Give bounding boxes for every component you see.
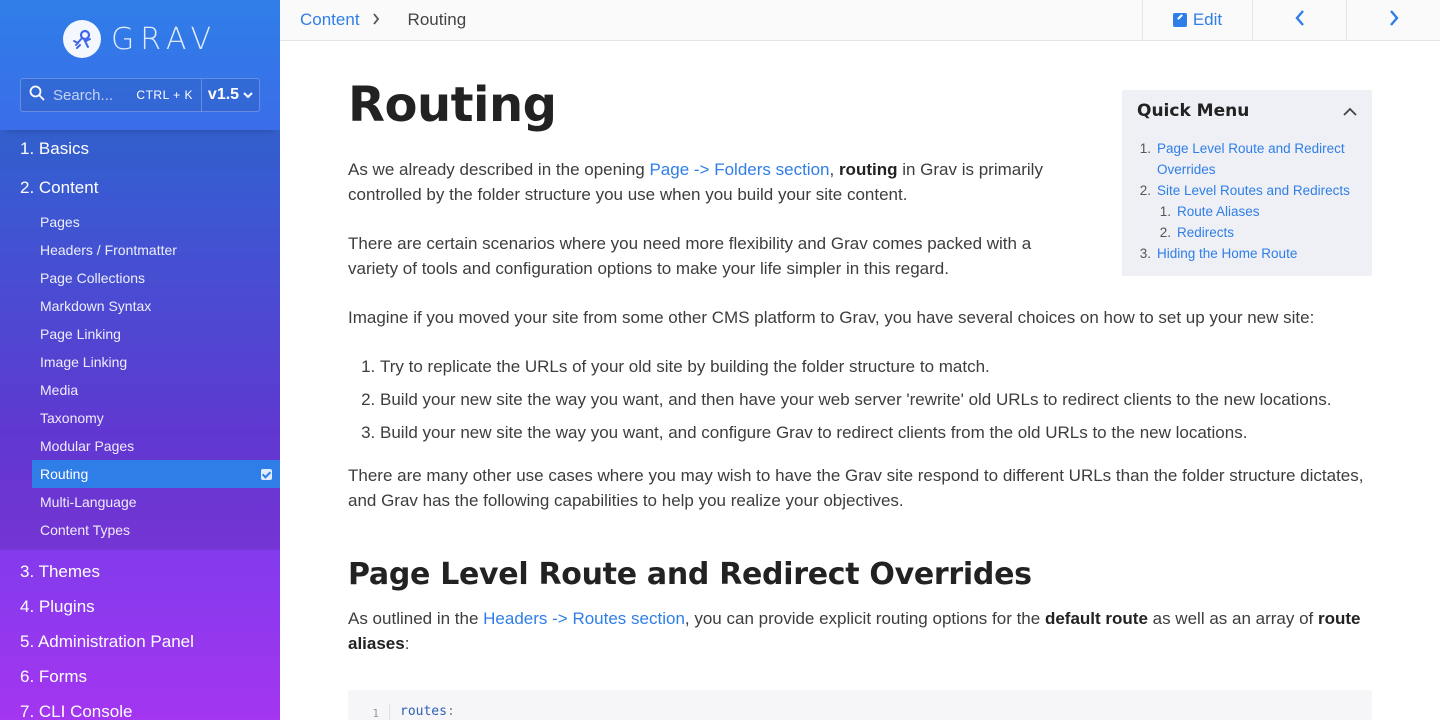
quick-menu-title: Quick Menu bbox=[1137, 101, 1250, 121]
text: As we already described in the opening bbox=[348, 160, 650, 179]
search-placeholder: Search... bbox=[53, 86, 114, 104]
topbar: Content Routing Edit bbox=[280, 0, 1440, 41]
sidebar-item-admin-panel[interactable]: 5. Administration Panel bbox=[0, 624, 280, 659]
routes-section-link[interactable]: Headers -> Routes section bbox=[483, 609, 685, 628]
sidebar-subitem-multi-language[interactable]: Multi-Language bbox=[32, 488, 280, 516]
sidebar-subitem-media[interactable]: Media bbox=[32, 376, 280, 404]
brand-name: GRAV bbox=[110, 21, 217, 57]
code-key: routes bbox=[400, 704, 447, 719]
quick-menu-subitem[interactable]: 2. Redirects bbox=[1137, 222, 1357, 243]
sidebar-lower: 3. Themes 4. Plugins 5. Administration P… bbox=[0, 550, 280, 720]
intro-paragraph: As we already described in the opening P… bbox=[348, 157, 1068, 207]
item-number: 1. bbox=[1139, 141, 1151, 156]
item-label: Redirects bbox=[1177, 225, 1235, 240]
sidebar-subitem-taxonomy[interactable]: Taxonomy bbox=[32, 404, 280, 432]
list-item: Build your new site the way you want, an… bbox=[380, 420, 1372, 445]
quick-menu-item[interactable]: 3. Hiding the Home Route bbox=[1137, 243, 1357, 264]
chevron-right-icon bbox=[372, 12, 380, 28]
code-line: routes: bbox=[390, 704, 455, 720]
brand[interactable]: GRAV bbox=[0, 0, 280, 78]
chevron-right-icon bbox=[1388, 9, 1400, 32]
sidebar-item-basics[interactable]: 1. Basics bbox=[0, 130, 280, 168]
item-label: Route Aliases bbox=[1177, 204, 1260, 219]
options-list: Try to replicate the URLs of your old si… bbox=[348, 354, 1372, 445]
text: : bbox=[404, 634, 410, 653]
list-item: Try to replicate the URLs of your old si… bbox=[380, 354, 1372, 379]
quick-menu-header[interactable]: Quick Menu bbox=[1137, 100, 1357, 122]
chevron-down-icon bbox=[243, 86, 253, 104]
text: As outlined in the bbox=[348, 609, 484, 628]
item-number: 3. bbox=[1139, 246, 1151, 261]
section-heading: Page Level Route and Redirect Overrides bbox=[348, 557, 1032, 592]
item-number: 1. bbox=[1159, 204, 1171, 219]
sidebar-subitem-markdown-syntax[interactable]: Markdown Syntax bbox=[32, 292, 280, 320]
edit-label: Edit bbox=[1192, 10, 1223, 29]
search-input[interactable]: Search... CTRL + K bbox=[21, 79, 201, 111]
code-block[interactable]: 1 routes: bbox=[348, 690, 1372, 720]
version-select[interactable]: v1.5 bbox=[201, 79, 259, 111]
paragraph: There are certain scenarios where you ne… bbox=[348, 234, 1032, 278]
quick-menu-item[interactable]: 1. Page Level Route and Redirect Overrid… bbox=[1137, 138, 1357, 180]
quick-menu-subitem[interactable]: 1. Route Aliases bbox=[1137, 201, 1357, 222]
chevron-up-icon bbox=[1343, 101, 1357, 121]
item-label: Hiding the Home Route bbox=[1157, 246, 1298, 261]
chevron-left-icon bbox=[1294, 9, 1306, 32]
sidebar-item-content[interactable]: 2. Content bbox=[0, 168, 280, 208]
search-bar: Search... CTRL + K v1.5 bbox=[20, 78, 260, 112]
check-icon bbox=[261, 468, 272, 480]
sidebar-item-themes[interactable]: 3. Themes bbox=[0, 554, 280, 589]
text: as well as an array of bbox=[1147, 609, 1318, 628]
quick-menu: Quick Menu 1. Page Level Route and Redir… bbox=[1122, 90, 1372, 276]
grav-logo-icon bbox=[62, 20, 101, 58]
sidebar-subitem-pages[interactable]: Pages bbox=[32, 208, 280, 236]
breadcrumb-current: Routing bbox=[407, 10, 467, 29]
text: , bbox=[829, 160, 839, 179]
version-label: v1.5 bbox=[207, 86, 240, 103]
edit-icon bbox=[1172, 13, 1187, 27]
search-shortcut: CTRL + K bbox=[136, 88, 193, 102]
sidebar-item-plugins[interactable]: 4. Plugins bbox=[0, 589, 280, 624]
code-punct: : bbox=[446, 704, 455, 719]
sidebar-item-cli-console[interactable]: 7. CLI Console bbox=[0, 694, 280, 720]
breadcrumb-parent-link[interactable]: Content bbox=[300, 10, 360, 30]
sidebar-subitem-image-linking[interactable]: Image Linking bbox=[32, 348, 280, 376]
item-number: 2. bbox=[1139, 183, 1151, 198]
sidebar-subitem-label: Routing bbox=[40, 466, 89, 482]
sidebar-section-content: 2. Content Pages Headers / Frontmatter P… bbox=[0, 168, 280, 550]
sidebar-subitem-page-linking[interactable]: Page Linking bbox=[32, 320, 280, 348]
bold-text: default route bbox=[1044, 609, 1148, 628]
sidebar-subitem-content-types[interactable]: Content Types bbox=[32, 516, 280, 544]
edit-button[interactable]: Edit bbox=[1142, 0, 1252, 40]
sidebar: GRAV Search... CTRL + K v1.5 1. Basics 2… bbox=[0, 0, 280, 720]
quick-menu-item[interactable]: 2. Site Level Routes and Redirects bbox=[1137, 180, 1357, 201]
sidebar-subitem-headers[interactable]: Headers / Frontmatter bbox=[32, 236, 280, 264]
line-number: 1 bbox=[348, 704, 390, 720]
next-page-button[interactable] bbox=[1346, 0, 1440, 40]
item-label: Site Level Routes and Redirects bbox=[1157, 183, 1350, 198]
list-item: Build your new site the way you want, an… bbox=[380, 387, 1372, 412]
quick-menu-list: 1. Page Level Route and Redirect Overrid… bbox=[1137, 138, 1357, 264]
paragraph: There are many other use cases where you… bbox=[348, 466, 1364, 510]
search-icon bbox=[29, 85, 45, 105]
folders-section-link[interactable]: Page -> Folders section bbox=[649, 160, 829, 179]
sidebar-subitem-modular-pages[interactable]: Modular Pages bbox=[32, 432, 280, 460]
item-number: 2. bbox=[1159, 225, 1171, 240]
previous-page-button[interactable] bbox=[1252, 0, 1346, 40]
sidebar-nav: 1. Basics 2. Content Pages Headers / Fro… bbox=[0, 130, 280, 720]
paragraph: As outlined in the Headers -> Routes sec… bbox=[348, 606, 1372, 656]
paragraph: Imagine if you moved your site from some… bbox=[348, 308, 1315, 327]
sidebar-subitem-routing[interactable]: Routing bbox=[32, 460, 280, 488]
breadcrumb: Content Routing bbox=[280, 10, 466, 30]
text: , you can provide explicit routing optio… bbox=[684, 609, 1045, 628]
item-label: Page Level Route and Redirect Overrides bbox=[1157, 141, 1345, 177]
bold-text: routing bbox=[838, 160, 898, 179]
sidebar-subitem-page-collections[interactable]: Page Collections bbox=[32, 264, 280, 292]
sidebar-item-forms[interactable]: 6. Forms bbox=[0, 659, 280, 694]
top-actions: Edit bbox=[1142, 0, 1440, 40]
